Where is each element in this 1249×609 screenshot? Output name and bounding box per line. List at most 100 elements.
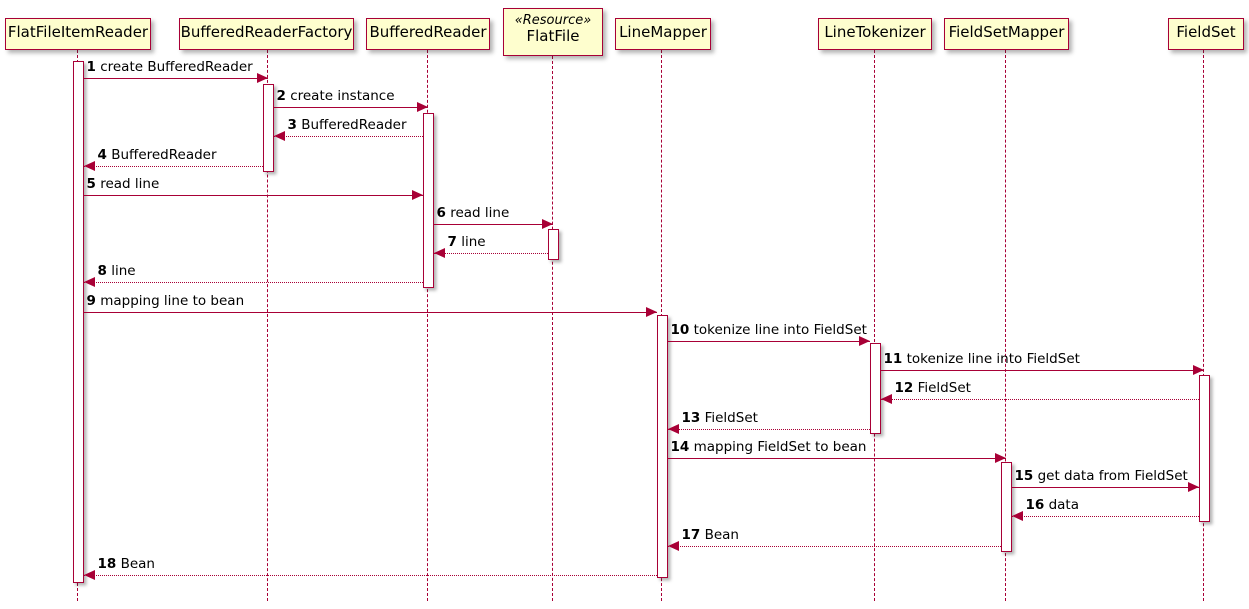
- message-text: create instance: [290, 87, 395, 104]
- message-line: [433, 253, 548, 254]
- participant-label: FieldSet: [1176, 23, 1236, 41]
- arrow-head-icon: [83, 570, 95, 580]
- message-sequence-number: 15: [1014, 467, 1034, 484]
- participant-label: LineMapper: [619, 23, 707, 41]
- participant-label: FieldSetMapper: [948, 23, 1065, 41]
- arrow-head-icon: [1187, 482, 1199, 492]
- message-text: Bean: [120, 555, 155, 572]
- arrow-head-icon: [433, 248, 445, 258]
- arrow-head-icon: [880, 394, 892, 404]
- message-label: 16 data: [1025, 496, 1080, 513]
- participant-label: FlatFileItemReader: [7, 23, 149, 41]
- message-line: [880, 370, 1204, 371]
- message-sequence-number: 11: [883, 350, 903, 367]
- message-text: line: [111, 262, 136, 279]
- arrow-head-icon: [1193, 365, 1204, 375]
- arrow-head-icon: [645, 307, 657, 317]
- message-label: 12 FieldSet: [894, 379, 971, 396]
- activation-bar-reader: [72, 61, 84, 583]
- participant-fsmapper[interactable]: FieldSetMapper: [944, 18, 1069, 50]
- message-label: 3 BufferedReader: [287, 116, 407, 133]
- arrow-head-icon: [417, 102, 428, 112]
- activation-bar-flatfile: [547, 229, 559, 260]
- message-sequence-number: 3: [287, 116, 297, 133]
- message-line: [83, 78, 268, 79]
- message-sequence-number: 17: [681, 526, 701, 543]
- arrow-head-icon: [667, 541, 679, 551]
- participant-fieldset[interactable]: FieldSet: [1168, 18, 1244, 50]
- participant-stereotype: «Resource»: [514, 13, 592, 28]
- arrow-head-icon: [83, 277, 95, 287]
- message-sequence-number: 10: [670, 321, 690, 338]
- message-sequence-number: 9: [86, 292, 96, 309]
- participant-reader[interactable]: FlatFileItemReader: [5, 18, 151, 50]
- lifeline-flatfile: [552, 56, 554, 601]
- message-text: Bean: [704, 526, 739, 543]
- message-sequence-number: 14: [670, 438, 690, 455]
- message-label: 4 BufferedReader: [98, 146, 217, 163]
- message-line: [1011, 516, 1199, 517]
- message-text: mapping FieldSet to bean: [693, 438, 867, 455]
- participant-label: BufferedReader: [369, 23, 487, 41]
- participant-label: BufferedReaderFactory: [180, 23, 353, 41]
- message-sequence-number: 12: [894, 379, 914, 396]
- message-line: [83, 195, 423, 196]
- arrow-head-icon: [667, 424, 679, 434]
- participant-bufreader[interactable]: BufferedReader: [366, 18, 490, 50]
- message-label: 9 mapping line to bean: [86, 292, 245, 309]
- message-line: [273, 107, 428, 108]
- message-sequence-number: 18: [97, 555, 117, 572]
- message-line: [273, 136, 423, 137]
- message-sequence-number: 5: [86, 175, 96, 192]
- lifeline-tokenizer: [874, 50, 876, 601]
- message-line: [83, 312, 657, 313]
- arrow-head-icon: [542, 219, 553, 229]
- activation-bar-tokenizer: [869, 343, 881, 434]
- message-text: get data from FieldSet: [1037, 467, 1188, 484]
- message-text: FieldSet: [917, 379, 971, 396]
- message-text: line: [461, 233, 486, 250]
- message-sequence-number: 7: [447, 233, 457, 250]
- message-text: data: [1048, 496, 1080, 513]
- arrow-head-icon: [257, 73, 268, 83]
- arrow-head-icon: [1011, 511, 1023, 521]
- message-sequence-number: 2: [276, 87, 286, 104]
- participant-linemapper[interactable]: LineMapper: [615, 18, 711, 50]
- message-label: 6 read line: [436, 204, 510, 221]
- message-text: BufferedReader: [111, 146, 217, 163]
- arrow-head-icon: [995, 453, 1006, 463]
- message-line: [83, 166, 263, 167]
- message-sequence-number: 1: [86, 58, 96, 75]
- message-text: read line: [450, 204, 510, 221]
- activation-bar-factory: [262, 84, 274, 172]
- arrow-head-icon: [273, 131, 285, 141]
- message-label: 5 read line: [86, 175, 160, 192]
- activation-bar-fsmapper: [1000, 462, 1012, 552]
- activation-bar-linemapper: [656, 315, 668, 578]
- message-text: BufferedReader: [301, 116, 407, 133]
- message-label: 17 Bean: [681, 526, 740, 543]
- message-label: 2 create instance: [276, 87, 395, 104]
- message-line: [880, 399, 1199, 400]
- participant-label: LineTokenizer: [824, 23, 926, 41]
- message-text: read line: [100, 175, 160, 192]
- message-sequence-number: 6: [436, 204, 446, 221]
- arrow-head-icon: [858, 336, 870, 346]
- message-text: tokenize line into FieldSet: [693, 321, 867, 338]
- message-line: [667, 458, 1006, 459]
- participant-factory[interactable]: BufferedReaderFactory: [179, 18, 354, 50]
- message-line: [667, 429, 870, 430]
- message-label: 11 tokenize line into FieldSet: [883, 350, 1080, 367]
- message-label: 15 get data from FieldSet: [1014, 467, 1188, 484]
- message-sequence-number: 16: [1025, 496, 1045, 513]
- message-line: [667, 546, 1001, 547]
- message-label: 1 create BufferedReader: [86, 58, 253, 75]
- message-sequence-number: 8: [97, 262, 107, 279]
- message-label: 7 line: [447, 233, 486, 250]
- participant-flatfile[interactable]: «Resource» FlatFile: [503, 8, 603, 56]
- message-line: [83, 575, 657, 576]
- arrow-head-icon: [83, 161, 95, 171]
- sequence-diagram: FlatFileItemReader BufferedReaderFactory B…: [0, 0, 1249, 609]
- participant-tokenizer[interactable]: LineTokenizer: [818, 18, 932, 50]
- participant-label: FlatFile: [526, 27, 580, 46]
